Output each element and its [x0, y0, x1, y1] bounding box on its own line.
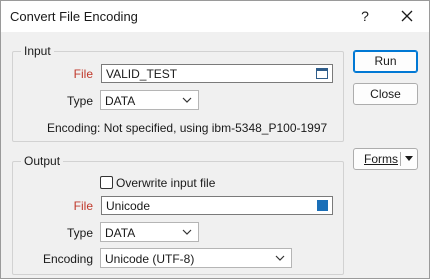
chevron-down-icon [275, 255, 285, 261]
input-type-value: DATA [105, 94, 136, 108]
convert-file-encoding-dialog: Convert File Encoding ? Input File VALID… [0, 0, 430, 279]
output-type-label: Type [66, 226, 93, 240]
close-icon [401, 10, 413, 22]
input-encoding-text: Encoding: Not specified, using ibm-5348_… [47, 121, 328, 135]
input-type-select[interactable]: DATA [100, 90, 199, 110]
output-file-label: File [73, 199, 93, 213]
input-group-legend: Input [21, 44, 54, 58]
close-button-label: Close [370, 87, 401, 101]
output-file-field[interactable]: Unicode [101, 196, 333, 215]
overwrite-checkbox[interactable] [100, 176, 113, 189]
run-button[interactable]: Run [353, 50, 418, 73]
close-button[interactable]: Close [353, 83, 418, 105]
help-button[interactable]: ? [353, 5, 377, 27]
forms-button-label: Forms [364, 152, 398, 166]
output-group-legend: Output [21, 154, 64, 168]
forms-split-divider [400, 152, 401, 166]
output-type-value: DATA [105, 226, 136, 240]
file-browse-icon[interactable] [316, 68, 328, 79]
input-type-label: Type [66, 94, 93, 108]
chevron-down-icon [182, 229, 192, 235]
caret-down-icon[interactable] [405, 156, 413, 161]
output-encoding-select[interactable]: Unicode (UTF-8) [100, 248, 292, 268]
input-file-label: File [73, 67, 93, 81]
input-file-value: VALID_TEST [106, 67, 178, 81]
forms-button[interactable]: Forms [353, 148, 418, 170]
chevron-down-icon [182, 97, 192, 103]
window-title: Convert File Encoding [10, 9, 138, 24]
overwrite-label[interactable]: Overwrite input file [116, 176, 215, 190]
output-encoding-label: Encoding [42, 252, 93, 266]
file-browse-icon[interactable] [317, 200, 328, 211]
output-encoding-value: Unicode (UTF-8) [105, 252, 195, 266]
output-type-select[interactable]: DATA [100, 222, 199, 242]
run-button-label: Run [374, 54, 397, 68]
title-bar: Convert File Encoding ? [1, 1, 429, 32]
window-close-button[interactable] [394, 5, 420, 27]
output-file-value: Unicode [106, 199, 151, 213]
input-file-field[interactable]: VALID_TEST [101, 64, 333, 83]
